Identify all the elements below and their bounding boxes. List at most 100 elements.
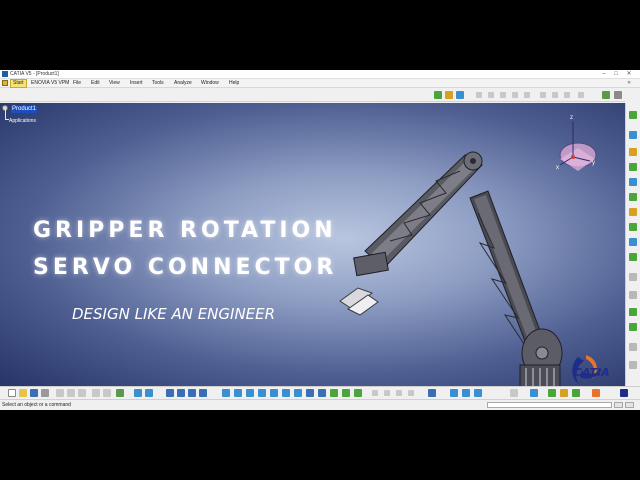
stop-manipulate-icon[interactable] (564, 92, 570, 98)
top-toolbar (0, 89, 625, 102)
constraint-icon[interactable] (476, 92, 482, 98)
menu-insert[interactable]: Insert (130, 79, 143, 88)
swap-space-icon[interactable] (354, 389, 362, 397)
zoom-in-icon[interactable] (270, 389, 278, 397)
snap-icon[interactable] (540, 92, 546, 98)
reuse-pattern-icon[interactable] (578, 92, 584, 98)
menu-bar: Start ENOVIA V5 VPM File Edit View Inser… (0, 79, 640, 88)
pan-icon[interactable] (246, 389, 254, 397)
rule-icon[interactable] (560, 389, 568, 397)
compare-icon[interactable] (510, 389, 518, 397)
new-icon[interactable] (8, 389, 16, 397)
window-title: CATIA V5 - [Product1] (10, 71, 59, 77)
hide-show-icon[interactable] (342, 389, 350, 397)
menu-help[interactable]: Help (229, 79, 239, 88)
section-icon[interactable] (629, 361, 637, 369)
fix-component-icon[interactable] (629, 323, 637, 331)
manipulate-icon[interactable] (629, 291, 637, 299)
check-icon[interactable] (572, 389, 580, 397)
design-table-icon[interactable] (592, 389, 600, 397)
paste-icon[interactable] (78, 389, 86, 397)
compass-widget[interactable]: z x y (556, 115, 597, 171)
part-icon[interactable] (629, 111, 637, 119)
minimize-button[interactable]: – (598, 70, 610, 79)
isolate-icon[interactable] (199, 389, 207, 397)
3d-viewport[interactable]: z x y Product1 Applications GRIPPER ROTA… (0, 103, 625, 386)
right-toolbar (625, 103, 640, 386)
copy-icon[interactable] (67, 389, 75, 397)
menu-analyze[interactable]: Analyze (174, 79, 192, 88)
multi-instantiation-icon[interactable] (629, 253, 637, 261)
table-icon[interactable] (166, 389, 174, 397)
maximize-button[interactable]: □ (610, 70, 622, 79)
menu-tools[interactable]: Tools (152, 79, 164, 88)
scan-icon[interactable] (188, 389, 196, 397)
command-input[interactable] (487, 402, 612, 408)
clearance-icon[interactable] (450, 389, 458, 397)
fly-mode-icon[interactable] (602, 91, 610, 99)
normal-view-icon[interactable] (294, 389, 302, 397)
sim-icon-2[interactable] (384, 390, 390, 396)
command-apply-button[interactable] (614, 402, 623, 408)
sim-icon-1[interactable] (372, 390, 378, 396)
component-icon[interactable] (629, 148, 637, 156)
tree-root-product[interactable]: Product1 (11, 106, 38, 113)
clash-icon[interactable] (428, 389, 436, 397)
replace-component-icon[interactable] (629, 178, 637, 186)
catia-corner-icon (620, 389, 628, 397)
hyperlink-icon[interactable] (145, 389, 153, 397)
menu-enovia[interactable]: ENOVIA V5 VPM (31, 79, 69, 88)
fix-icon[interactable] (524, 92, 530, 98)
offset-icon[interactable] (500, 92, 506, 98)
rotate-icon[interactable] (258, 389, 266, 397)
command-options-button[interactable] (625, 402, 634, 408)
sim-icon-4[interactable] (408, 390, 414, 396)
fit-all-icon[interactable] (234, 389, 242, 397)
move-icon[interactable] (629, 273, 637, 281)
robot-arm[interactable] (339, 151, 580, 386)
band-analysis-icon[interactable] (474, 389, 482, 397)
catalog-browser-icon[interactable] (177, 389, 185, 397)
menu-window[interactable]: Window (201, 79, 219, 88)
knowledge-icon[interactable] (530, 389, 538, 397)
print-icon[interactable] (41, 389, 49, 397)
graph-tree-reorder-icon[interactable] (629, 193, 637, 201)
iso-view-icon[interactable] (318, 389, 326, 397)
formula-icon[interactable] (548, 389, 556, 397)
cut-icon[interactable] (56, 389, 64, 397)
sim-icon-3[interactable] (396, 390, 402, 396)
walk-mode-icon[interactable] (614, 91, 622, 99)
close-button[interactable]: ✕ (623, 70, 635, 79)
fly-icon[interactable] (222, 389, 230, 397)
menu-edit[interactable]: Edit (91, 79, 100, 88)
generate-numbering-icon[interactable] (629, 208, 637, 216)
zoom-out-icon[interactable] (282, 389, 290, 397)
undo-icon[interactable] (92, 389, 100, 397)
distance-icon[interactable] (462, 389, 470, 397)
tree-item-applications[interactable]: Applications (9, 118, 36, 124)
constraint-icon[interactable] (629, 308, 637, 316)
save-icon[interactable] (30, 389, 38, 397)
menu-start[interactable]: Start (10, 79, 27, 88)
bottom-toolbar (0, 386, 640, 398)
contact-icon[interactable] (488, 92, 494, 98)
product-icon[interactable] (629, 131, 637, 139)
measure-icon[interactable] (629, 343, 637, 351)
menu-close-icon[interactable]: ✕ (627, 79, 631, 88)
multi-view-icon[interactable] (306, 389, 314, 397)
explode-icon[interactable] (552, 92, 558, 98)
menu-view[interactable]: View (109, 79, 120, 88)
update-icon[interactable] (434, 91, 442, 99)
whats-this-icon[interactable] (116, 389, 124, 397)
manage-representations-icon[interactable] (629, 238, 637, 246)
render-style-icon[interactable] (330, 389, 338, 397)
selective-load-icon[interactable] (629, 223, 637, 231)
catalog-icon[interactable] (445, 91, 453, 99)
sketch-icon[interactable] (456, 91, 464, 99)
redo-icon[interactable] (103, 389, 111, 397)
angle-icon[interactable] (512, 92, 518, 98)
comment-icon[interactable] (134, 389, 142, 397)
existing-component-icon[interactable] (629, 163, 637, 171)
open-icon[interactable] (19, 389, 27, 397)
menu-file[interactable]: File (73, 79, 81, 88)
